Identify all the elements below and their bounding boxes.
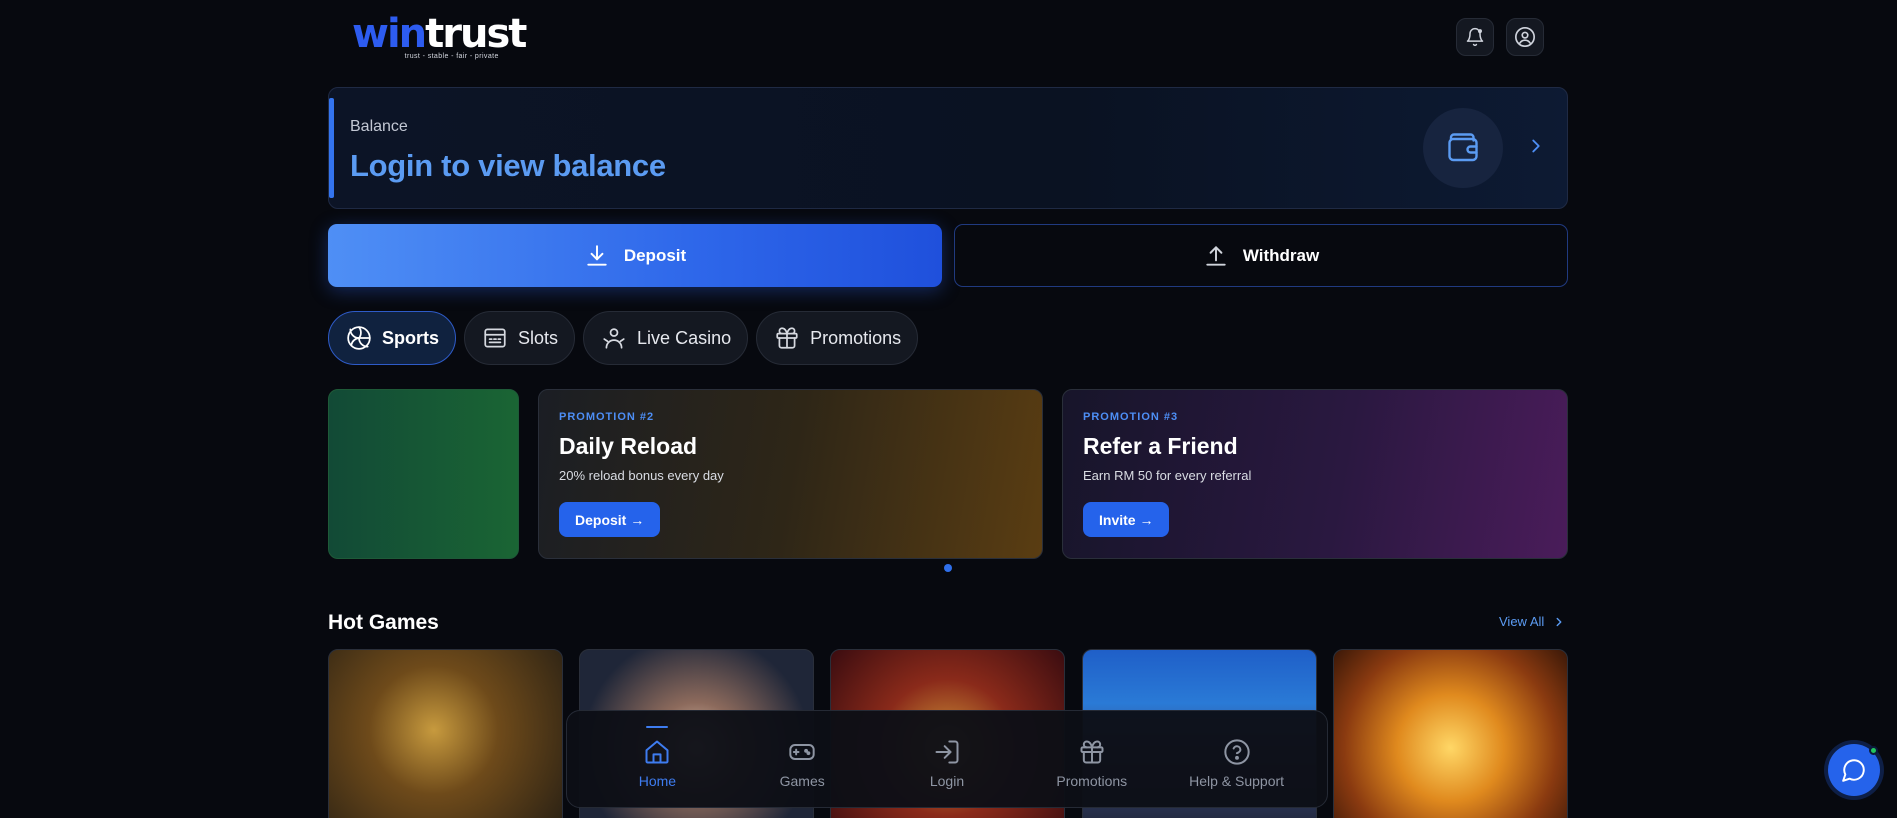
balance-value[interactable]: Login to view balance [350,148,666,184]
nav-help-support-label: Help & Support [1189,772,1285,789]
nav-promotions[interactable]: Promotions [1027,730,1157,789]
online-status-dot [1869,746,1878,755]
category-tabs: Sports Slots Live Casino Promotions [328,311,919,365]
nav-login-label: Login [929,772,965,789]
nav-home-label: Home [638,772,677,789]
withdraw-label: Withdraw [1242,245,1320,265]
tab-slots-label: Slots [518,327,559,348]
deposit-button[interactable]: Deposit [328,224,942,287]
notifications-button[interactable] [1456,18,1494,56]
gift-icon [776,327,798,349]
volleyball-icon [347,326,371,350]
help-circle-icon [1223,738,1250,765]
nav-games[interactable]: Games [737,730,867,789]
withdraw-button[interactable]: Withdraw [954,224,1568,287]
brand-logo[interactable]: wintrust trust - stable - fair - private [352,11,527,60]
tab-live-casino[interactable]: Live Casino [583,311,749,365]
nav-help-support[interactable]: Help & Support [1172,730,1302,789]
view-all-link[interactable]: View All [1499,614,1566,629]
balance-accent-bar [329,98,334,198]
hot-games-title: Hot Games [328,611,439,634]
chevron-right-icon [1556,617,1562,626]
promo-tag: PROMOTION #2 [559,411,655,423]
nav-login[interactable]: Login [882,730,1012,789]
nav-promotions-label: Promotions [1056,772,1128,789]
logo-win: win [352,11,427,57]
bottom-navigation: Home Games Login Promotions Help & Suppo… [566,710,1328,808]
balance-label: Balance [350,118,408,135]
gamepad-icon [789,743,815,760]
logo-wordmark: wintrust [352,11,527,57]
account-button[interactable] [1506,18,1544,56]
promo-card-3[interactable]: PROMOTION #3 Refer a Friend Earn RM 50 f… [1062,389,1568,559]
home-icon [645,740,669,763]
gift-icon [1080,740,1104,763]
upload-icon [1206,245,1226,266]
promo-tag: PROMOTION #3 [1083,411,1179,423]
slot-machine-icon [484,328,506,348]
tab-promotions[interactable]: Promotions [756,311,919,365]
dealer-icon [603,328,625,349]
promo-title: Daily Reload [559,433,698,459]
wallet-icon [1448,133,1478,162]
promo-deposit-button[interactable]: Deposit → [559,502,661,537]
user-circle-icon [1515,27,1535,47]
balance-card[interactable]: Balance Login to view balance [328,87,1568,209]
header: wintrust trust - stable - fair - private [328,0,1568,76]
live-chat-button[interactable] [1828,744,1880,796]
logo-trust: trust [425,11,527,57]
promo-description: 20% reload bonus every day [559,468,724,483]
game-thumbnail[interactable] [1333,649,1568,818]
nav-home[interactable]: Home [592,725,722,789]
promo-title: Refer a Friend [1083,433,1238,459]
promo-card-1[interactable] [328,389,519,559]
tab-sports-label: Sports [382,327,440,348]
promo-description: Earn RM 50 for every referral [1083,468,1252,483]
tab-promotions-label: Promotions [810,327,902,348]
login-icon [935,740,959,763]
deposit-label: Deposit [623,245,687,265]
bell-icon [1466,27,1484,47]
download-icon [587,244,607,266]
view-all-label: View All [1499,614,1545,629]
game-thumbnail[interactable] [328,649,563,818]
nav-games-label: Games [779,772,825,789]
promo-card-2[interactable]: PROMOTION #2 Daily Reload 20% reload bon… [538,389,1043,559]
chat-bubble-icon [1842,759,1865,782]
carousel-indicator-dot[interactable] [944,564,952,572]
promo-invite-button[interactable]: Invite → [1083,502,1170,537]
tab-sports[interactable]: Sports [328,311,457,365]
chevron-right-icon[interactable] [1525,135,1547,157]
wallet-button[interactable] [1423,108,1503,188]
tab-slots[interactable]: Slots [464,311,576,365]
tab-live-casino-label: Live Casino [637,327,732,348]
